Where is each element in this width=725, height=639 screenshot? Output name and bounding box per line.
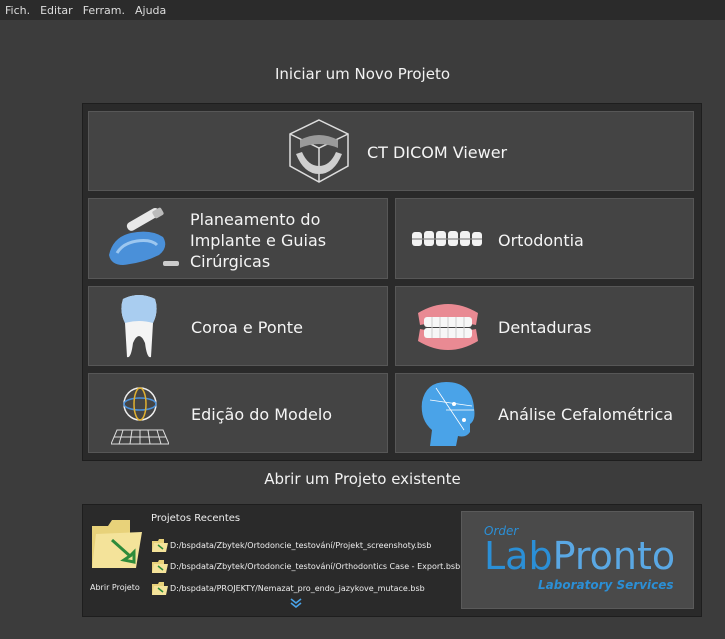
folder-arrow-icon: [152, 581, 168, 595]
recent-file-path: D:/bspdata/Zbytek/Ortodoncie_testování/P…: [170, 540, 432, 550]
crown-bridge-label: Coroa e Ponte: [191, 318, 303, 337]
crown-bridge-button[interactable]: Coroa e Ponte: [88, 286, 388, 366]
menu-help[interactable]: Ajuda: [130, 4, 171, 17]
implant-guide-icon: [109, 207, 179, 266]
menu-edit[interactable]: Editar: [35, 4, 78, 17]
menu-tools[interactable]: Ferram.: [78, 4, 130, 17]
recent-file-item[interactable]: D:/bspdata/PROJEKTY/Nemazat_pro_endo_jaz…: [152, 580, 425, 596]
recent-file-item[interactable]: D:/bspdata/Zbytek/Ortodoncie_testování/O…: [152, 558, 460, 574]
orthodontics-label: Ortodontia: [498, 231, 584, 250]
recent-file-path: D:/bspdata/Zbytek/Ortodoncie_testování/O…: [170, 561, 461, 571]
folder-open-icon: [92, 520, 142, 568]
menu-file[interactable]: Fich.: [0, 4, 35, 17]
dentures-icon: [418, 304, 478, 350]
orthodontics-button[interactable]: Ortodontia: [395, 198, 694, 279]
folder-arrow-icon: [152, 559, 168, 573]
open-project-button[interactable]: Abrir Projeto: [86, 512, 150, 602]
model-edit-label: Edição do Modelo: [191, 405, 333, 424]
logo-wordmark: LabPronto: [484, 536, 675, 576]
new-project-title: Iniciar um Novo Projeto: [275, 65, 450, 83]
implant-label-line1: Planeamento do: [190, 210, 321, 229]
implant-planning-label: Planeamento do Implante e Guias Cirúrgic…: [190, 209, 326, 272]
ct-cube-icon: [289, 119, 349, 183]
chevron-down-icon[interactable]: [290, 598, 302, 608]
open-project-label: Abrir Projeto: [90, 583, 140, 592]
cephalometric-head-icon: [421, 382, 475, 446]
recent-projects-title: Projetos Recentes: [151, 513, 241, 524]
folder-arrow-icon: [152, 538, 168, 552]
dentures-label: Dentaduras: [498, 318, 592, 337]
implant-label-line3: Cirúrgicas: [190, 252, 271, 271]
implant-planning-button[interactable]: Planeamento do Implante e Guias Cirúrgic…: [88, 198, 388, 279]
logo-lab-text: Lab: [484, 534, 553, 578]
cephalometric-label: Análise Cefalométrica: [498, 405, 674, 424]
model-edit-button[interactable]: Edição do Modelo: [88, 373, 388, 453]
recent-file-path: D:/bspdata/PROJEKTY/Nemazat_pro_endo_jaz…: [170, 583, 425, 593]
tooth-crown-icon: [121, 295, 157, 358]
ct-dicom-viewer-label: CT DICOM Viewer: [367, 143, 508, 162]
recent-file-item[interactable]: D:/bspdata/Zbytek/Ortodoncie_testování/P…: [152, 537, 431, 553]
menu-bar: Fich. Editar Ferram. Ajuda: [0, 0, 725, 20]
implant-label-line2: Implante e Guias: [190, 231, 327, 250]
braces-teeth-icon: [412, 231, 482, 246]
dentures-button[interactable]: Dentaduras: [395, 286, 694, 366]
labpronto-logo[interactable]: Order LabPronto Laboratory Services: [461, 511, 694, 609]
model-edit-icon: [111, 387, 169, 445]
ct-dicom-viewer-button[interactable]: CT DICOM Viewer: [88, 111, 694, 191]
logo-services-text: Laboratory Services: [538, 578, 674, 592]
logo-pronto-text: Pronto: [552, 534, 676, 578]
cephalometric-button[interactable]: Análise Cefalométrica: [395, 373, 694, 453]
open-project-title: Abrir um Projeto existente: [264, 470, 461, 488]
